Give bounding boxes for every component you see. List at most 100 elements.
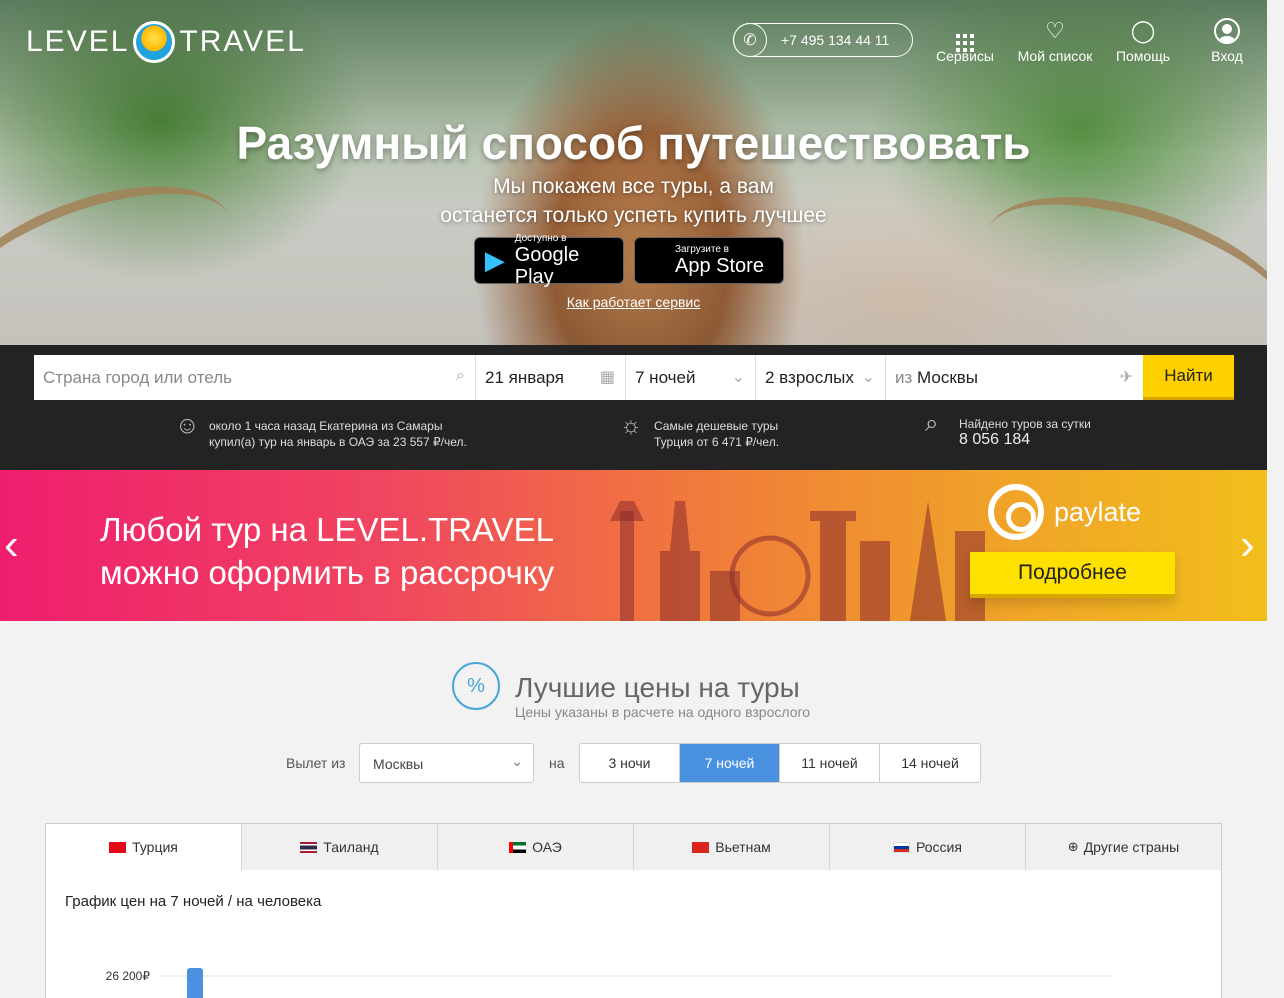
cheapest-tours-info[interactable]: ☼ Самые дешевые туры Турция от 6 471 ₽/ч… xyxy=(620,412,780,450)
recent-line2: купил(а) тур на январь в ОАЭ за 23 557 ₽… xyxy=(209,435,467,449)
hero-subtitle: Мы покажем все туры, а вам останется тол… xyxy=(0,172,1267,230)
nights-value: 7 ночей xyxy=(635,367,696,387)
departure-value: Москвы xyxy=(373,756,424,772)
country-tabs: Турция Таиланд ОАЭ Вьетнам Россия ⊕ Друг… xyxy=(45,823,1222,870)
grid-icon xyxy=(935,18,995,52)
tab-turkey[interactable]: Турция xyxy=(46,824,242,870)
nav-login-label: Вход xyxy=(1211,48,1243,64)
chevron-down-icon: ⌄ xyxy=(861,369,875,386)
nights-option-11[interactable]: 11 ночей xyxy=(780,744,880,782)
calendar-icon: ▦ xyxy=(599,369,615,386)
search-bar: Страна город или отель ⌕ 21 января ▦ 7 н… xyxy=(0,345,1267,470)
russia-flag-icon xyxy=(893,841,911,853)
how-it-works-link[interactable]: Как работает сервис xyxy=(0,294,1267,310)
tab-label: Другие страны xyxy=(1083,839,1180,855)
user-icon xyxy=(1206,18,1248,44)
thailand-flag-icon xyxy=(300,841,318,853)
date-value: 21 января xyxy=(485,367,564,387)
chevron-down-icon: ⌄ xyxy=(731,369,745,386)
banner-prev-arrow[interactable]: ‹ xyxy=(4,520,19,570)
person-icon: ☺ xyxy=(175,412,200,439)
find-button[interactable]: Найти xyxy=(1143,355,1234,400)
percent-badge-icon: % xyxy=(452,662,500,710)
chevron-down-icon: ⌄ xyxy=(511,753,523,769)
vietnam-flag-icon xyxy=(692,841,710,853)
nights-select[interactable]: 7 ночей ⌄ xyxy=(626,355,756,400)
magnifier-icon: ⌕ xyxy=(925,410,939,437)
bulb-icon: ◯ xyxy=(1130,18,1156,43)
tab-uae[interactable]: ОАЭ xyxy=(438,824,634,870)
destination-input[interactable]: Страна город или отель ⌕ xyxy=(34,355,476,400)
cheap-line2: Турция от 6 471 ₽/чел. xyxy=(654,435,780,449)
departure-select[interactable]: Москвы ⌄ xyxy=(359,743,534,783)
heart-icon: ♡ xyxy=(1045,18,1065,43)
tab-other-countries[interactable]: ⊕ Другие страны xyxy=(1026,824,1221,870)
nights-option-14[interactable]: 14 ночей xyxy=(880,744,980,782)
paylate-logo-icon xyxy=(988,484,1044,540)
google-play-button[interactable]: ▶ Доступно в Google Play xyxy=(474,233,624,288)
globe-icon: ⊕ xyxy=(1067,839,1079,854)
hero-subtitle-line2: останется только успеть купить лучшее xyxy=(440,204,827,227)
nav-help[interactable]: ◯ Помощь xyxy=(1115,18,1171,64)
app-store-small: Загрузите в xyxy=(675,244,729,255)
google-play-icon: ▶ xyxy=(484,245,505,275)
paylate-name: paylate xyxy=(1054,496,1142,527)
turkey-flag-icon xyxy=(109,841,127,853)
guests-value: 2 взрослых xyxy=(765,367,854,387)
phone-button[interactable]: ✆ +7 495 134 44 11 xyxy=(733,23,913,57)
search-icon: ⌕ xyxy=(456,367,465,384)
chart-title: График цен на 7 ночей / на человека xyxy=(65,893,322,910)
logo[interactable]: LEVEL TRAVEL xyxy=(26,20,306,64)
guests-select[interactable]: 2 взрослых ⌄ xyxy=(756,355,886,400)
nights-option-7[interactable]: 7 ночей xyxy=(680,744,780,782)
more-button[interactable]: Подробнее xyxy=(970,552,1175,598)
found-count: 8 056 184 xyxy=(959,431,1031,448)
nav-services-label: Сервисы xyxy=(935,48,994,64)
from-city: Москвы xyxy=(917,367,979,387)
skyline-illustration xyxy=(610,501,985,621)
nights-option-3[interactable]: 3 ночи xyxy=(580,744,680,782)
price-chart: 26 200₽ xyxy=(106,968,1112,998)
nav-help-label: Помощь xyxy=(1115,48,1171,64)
tab-vietnam[interactable]: Вьетнам xyxy=(634,824,830,870)
y-tick-label: 26 200₽ xyxy=(106,969,151,983)
best-prices-subtitle: Цены указаны в расчете на одного взросло… xyxy=(515,704,811,720)
paylate-brand: paylate xyxy=(988,484,1141,540)
tab-label: Россия xyxy=(916,839,962,855)
tab-label: Таиланд xyxy=(323,839,379,855)
nav-login[interactable]: Вход xyxy=(1206,18,1248,64)
hero-title: Разумный способ путешествовать xyxy=(236,117,1031,169)
found-line1: Найдено туров за сутки xyxy=(959,417,1091,431)
tab-russia[interactable]: Россия xyxy=(830,824,1026,870)
tab-label: ОАЭ xyxy=(532,839,562,855)
tab-thailand[interactable]: Таиланд xyxy=(242,824,438,870)
from-prefix: из xyxy=(895,367,913,387)
nights-label: на xyxy=(549,755,565,771)
departure-city-field[interactable]: из Москвы ✈ xyxy=(886,355,1143,400)
nav-my-list-label: Мой список xyxy=(1017,48,1093,64)
uae-flag-icon xyxy=(509,841,527,853)
nav-services[interactable]: Сервисы xyxy=(935,18,995,64)
logo-text-right: TRAVEL xyxy=(179,25,306,58)
hero-subtitle-line1: Мы покажем все туры, а вам xyxy=(493,175,774,198)
sun-logo-icon xyxy=(133,21,176,63)
date-field[interactable]: 21 января ▦ xyxy=(476,355,626,400)
best-prices-title: Лучшие цены на туры xyxy=(515,672,800,703)
sun-icon: ☼ xyxy=(620,412,642,439)
price-bar[interactable] xyxy=(187,968,203,998)
banner-line1: Любой тур на LEVEL.TRAVEL xyxy=(100,511,554,548)
phone-icon: ✆ xyxy=(733,23,767,57)
banner-line2: можно оформить в рассрочку xyxy=(100,554,555,591)
banner-next-arrow[interactable]: › xyxy=(1240,520,1255,570)
phone-number: +7 495 134 44 11 xyxy=(781,32,890,48)
nav-my-list[interactable]: ♡ Мой список xyxy=(1016,18,1094,64)
recent-purchase-info: ☺ около 1 часа назад Екатерина из Самары… xyxy=(175,412,467,450)
google-play-big: Google Play xyxy=(514,244,580,288)
app-store-button[interactable]: Загрузите в App Store xyxy=(634,237,784,284)
plane-icon: ✈ xyxy=(1119,369,1133,386)
logo-text-left: LEVEL xyxy=(26,25,130,58)
recent-line1: около 1 часа назад Екатерина из Самары xyxy=(209,419,443,433)
app-store-big: App Store xyxy=(675,255,764,277)
nights-toggle: 3 ночи 7 ночей 11 ночей 14 ночей xyxy=(579,743,981,783)
google-play-small: Доступно в xyxy=(514,233,567,244)
